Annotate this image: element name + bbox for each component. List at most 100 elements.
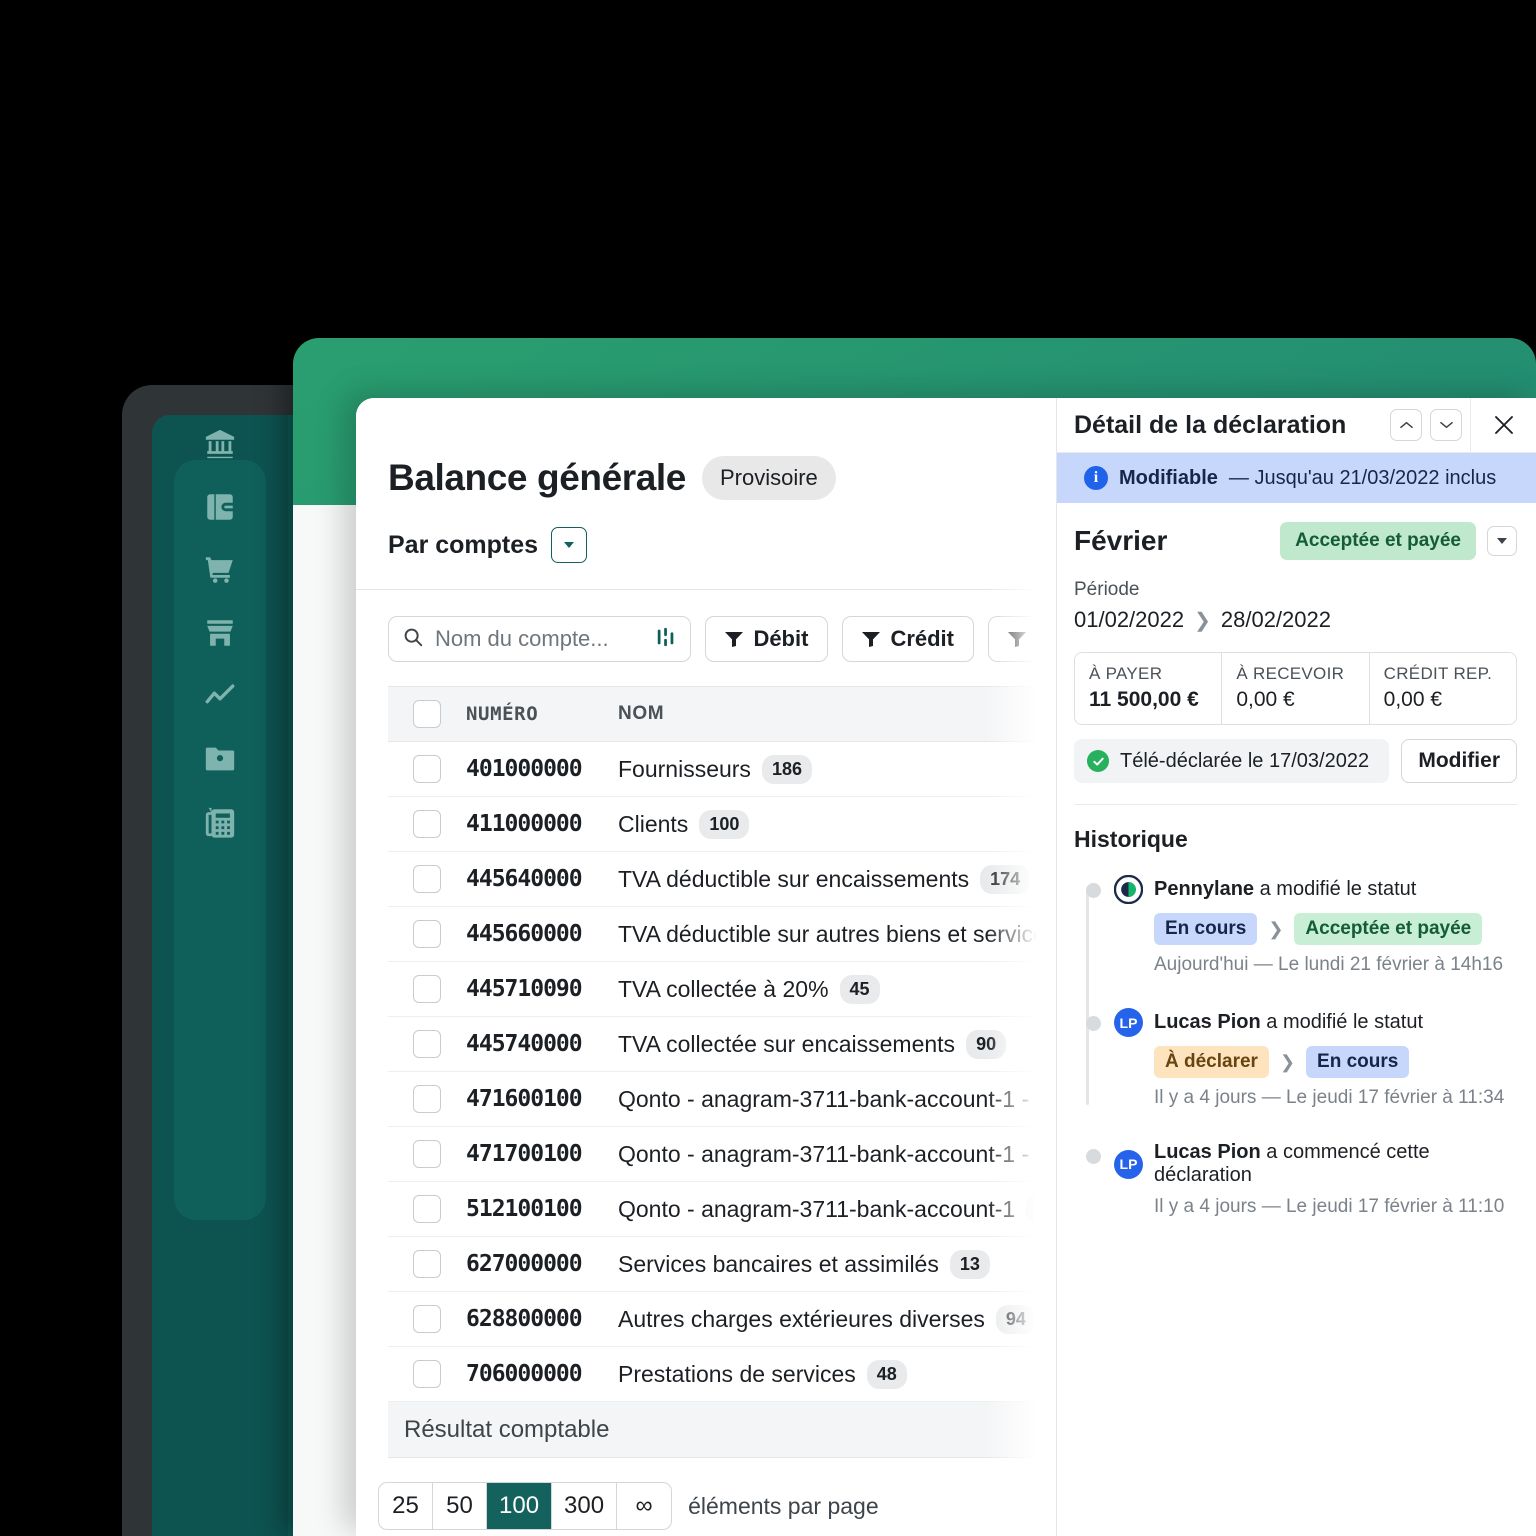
row-checkbox[interactable] [413,810,441,838]
row-checkbox[interactable] [413,1360,441,1388]
select-all-cell[interactable] [388,700,466,728]
search-icon [402,626,424,653]
cell-numero: 445640000 [466,866,583,892]
previous-declaration-button[interactable] [1390,409,1422,441]
search-input[interactable]: Nom du compte... [388,616,692,662]
table-row[interactable]: 445740000 TVA collectée sur encaissements… [388,1017,1056,1072]
cell-numero: 445710090 [466,976,583,1002]
row-select-cell[interactable] [388,1360,466,1388]
page-size-option-300[interactable]: 300 [552,1483,618,1529]
history-action: a modifié le statut [1260,1011,1424,1033]
cell-numero: 445660000 [466,921,583,947]
row-checkbox[interactable] [413,1140,441,1168]
column-header-nom[interactable]: NOM [618,703,1056,725]
detail-panel-title: Détail de la déclaration [1074,410,1347,439]
table-row[interactable]: 512100100 Qonto - anagram-3711-bank-accou… [388,1182,1056,1237]
table-row[interactable]: 445660000 TVA déductible sur autres biens… [388,907,1056,962]
account-name: Qonto - anagram-3711-bank-account-1 [618,1195,1016,1222]
table-row[interactable]: 411000000 Clients 100 [388,797,1056,852]
row-select-cell[interactable] [388,1305,466,1333]
detail-panel-body: Février Acceptée et payée Période 01/02/… [1057,503,1536,1218]
table-row[interactable]: 401000000 Fournisseurs 186 [388,742,1056,797]
row-select-cell[interactable] [388,920,466,948]
history-action: a modifié le statut [1254,878,1417,900]
row-select-cell[interactable] [388,1140,466,1168]
history-timestamp: Il y a 4 jours — Le jeudi 17 février à 1… [1154,1196,1505,1217]
sidebar-item-bank[interactable] [152,415,288,478]
row-select-cell[interactable] [388,865,466,893]
month-title: Février [1074,525,1168,556]
row-checkbox[interactable] [413,865,441,893]
row-select-cell[interactable] [388,975,466,1003]
status-menu-button[interactable] [1487,526,1517,556]
sidebar-item-analytics[interactable] [152,667,288,730]
sidebar-item-purchases[interactable] [152,541,288,604]
entry-count-chip: 13 [949,1249,990,1279]
status-transition: En cours ❯ Acceptée et payée [1154,913,1517,945]
modify-button[interactable]: Modifier [1401,739,1517,783]
row-checkbox[interactable] [413,1030,441,1058]
page-size-selector[interactable]: 25 50 100 300 ∞ [378,1482,673,1530]
row-checkbox[interactable] [413,975,441,1003]
table-body: 401000000 Fournisseurs 186 411000000 Clients… [388,742,1056,1402]
account-name: Qonto - anagram-3711-bank-account-1 - [618,1085,1030,1112]
filter-bar: Nom du compte... Débit Crédit [356,590,1056,662]
page-size-option-100[interactable]: 100 [487,1483,553,1529]
row-select-cell[interactable] [388,1250,466,1278]
filter-debit-button[interactable]: Débit [705,616,829,662]
chevron-up-icon [1399,421,1413,429]
cell-numero: 627000000 [466,1251,583,1277]
bank-icon [203,427,237,466]
row-checkbox[interactable] [413,1305,441,1333]
sidebar-item-wallet[interactable] [152,478,288,541]
filter-more-button[interactable] [988,616,1056,662]
grouping-select[interactable] [551,527,588,563]
entry-count-chip: 4 [1026,1194,1056,1224]
account-name: TVA déductible sur autres biens et servi… [618,920,1056,947]
table-row[interactable]: 628800000 Autres charges extérieures dive… [388,1292,1056,1347]
status-from: À déclarer [1154,1046,1269,1078]
filter-credit-button[interactable]: Crédit [842,616,974,662]
entry-count-chip: 90 [966,1029,1007,1059]
sidebar-item-accounting[interactable] [152,793,288,856]
cell-nom: Qonto - anagram-3711-bank-account-1 4 [618,1194,1056,1224]
cell-nom: Fournisseurs 186 [618,754,1056,784]
table-row[interactable]: 471700100 Qonto - anagram-3711-bank-accou… [388,1127,1056,1182]
next-declaration-button[interactable] [1430,409,1462,441]
page-size-option-∞[interactable]: ∞ [617,1483,671,1529]
cell-numero: 471700100 [466,1141,583,1167]
row-checkbox[interactable] [413,920,441,948]
row-select-cell[interactable] [388,1195,466,1223]
row-checkbox[interactable] [413,1085,441,1113]
cell-nom: TVA déductible sur autres biens et servi… [618,921,1056,948]
row-select-cell[interactable] [388,755,466,783]
table-row[interactable]: 445710090 TVA collectée à 20% 45 [388,962,1056,1017]
sidebar-item-sales[interactable] [152,604,288,667]
column-header-numero[interactable]: NUMÉRO [466,703,618,725]
sidebar-item-contacts[interactable] [152,730,288,793]
row-select-cell[interactable] [388,810,466,838]
select-all-checkbox[interactable] [413,700,441,728]
row-select-cell[interactable] [388,1030,466,1058]
close-panel-button[interactable] [1470,398,1536,453]
cell-numero: 401000000 [466,756,583,782]
table-row[interactable]: 471600100 Qonto - anagram-3711-bank-accou… [388,1072,1056,1127]
amount-value: 0,00 € [1383,688,1443,711]
page-size-option-50[interactable]: 50 [433,1483,487,1529]
store-icon [203,616,237,655]
page-size-option-25[interactable]: 25 [379,1483,433,1529]
row-select-cell[interactable] [388,1085,466,1113]
table-row[interactable]: 627000000 Services bancaires et assimilés… [388,1237,1056,1292]
sliders-icon[interactable] [655,626,677,653]
declaration-detail-panel: Détail de la déclaration i Modifiable — … [1056,398,1536,1536]
table-row[interactable]: 445640000 TVA déductible sur encaissement… [388,852,1056,907]
amount-caption: À PAYER [1089,664,1163,683]
wallet-icon [203,490,237,529]
row-checkbox[interactable] [413,755,441,783]
history-actor: Pennylane [1154,878,1255,900]
calculator-icon [203,805,237,844]
row-checkbox[interactable] [413,1250,441,1278]
app-window: Balance générale Provisoire Par comptes [356,398,1536,1536]
table-row[interactable]: 706000000 Prestations de services 48 [388,1347,1056,1402]
row-checkbox[interactable] [413,1195,441,1223]
